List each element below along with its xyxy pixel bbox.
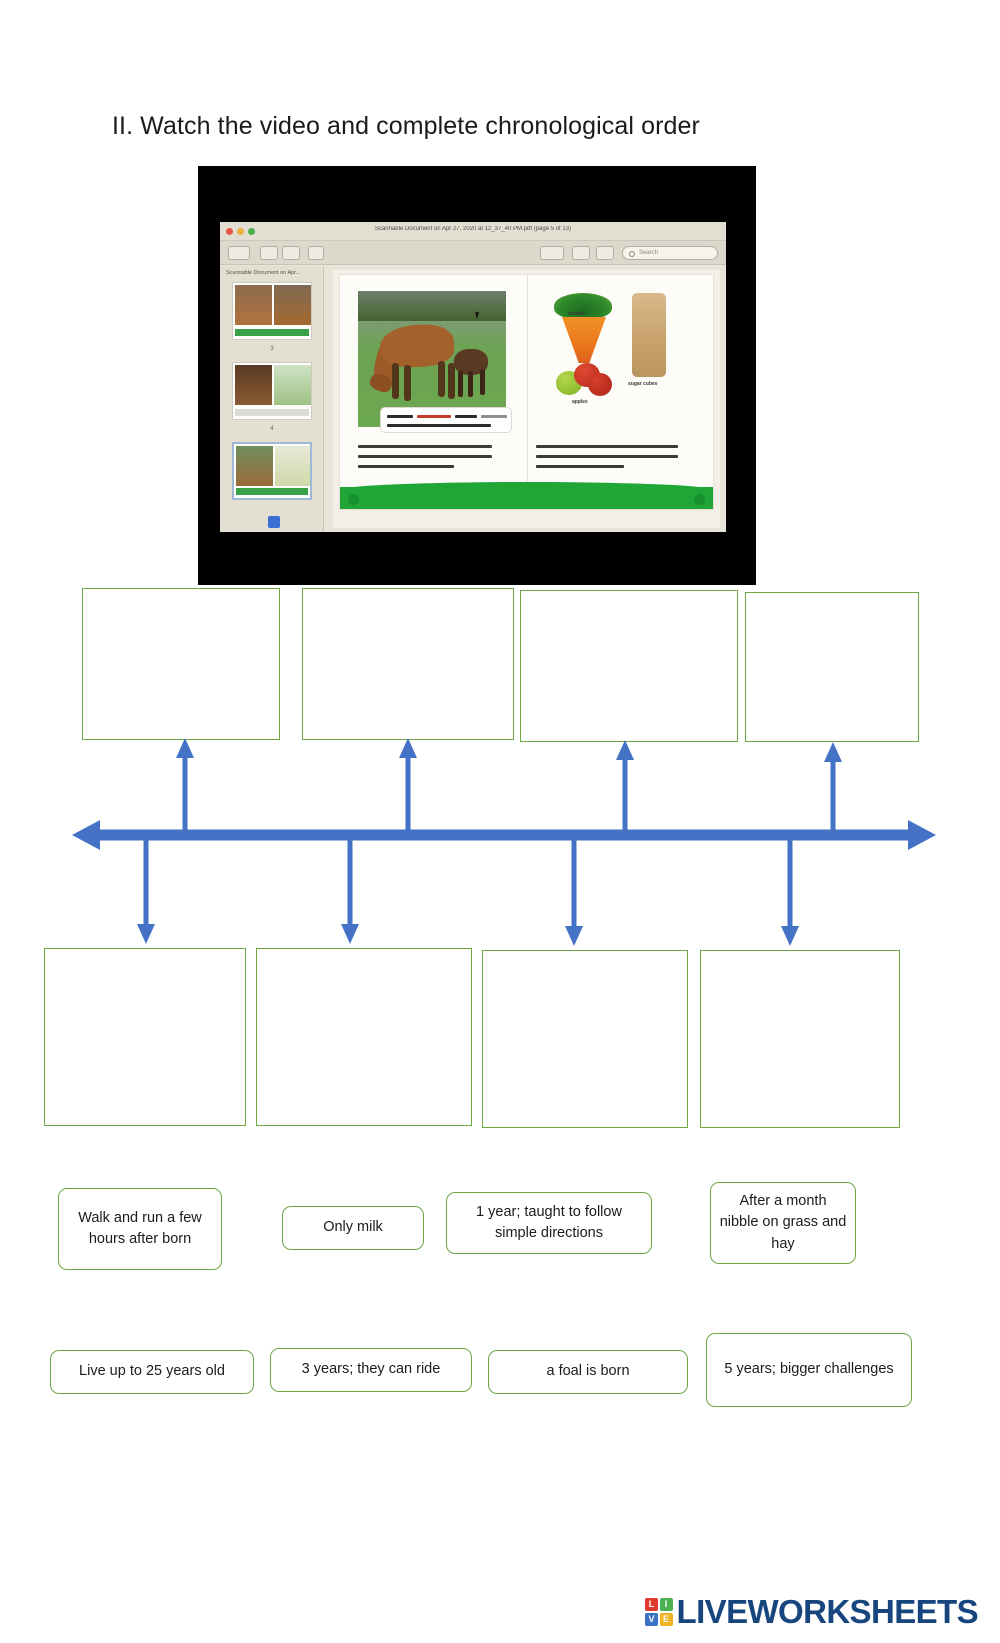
zoom-in-button[interactable] [282,246,300,260]
timeline-up-arrow-1 [176,738,194,835]
apple-red-2 [588,373,612,396]
sidebar-toggle-button[interactable] [228,246,250,260]
liveworksheets-logo[interactable]: L I V E LIVEWORKSHEETS [645,1593,979,1631]
preview-window: Scannable Document on Apr 27, 2020 at 12… [220,222,726,532]
carrots-label: carrots [568,311,585,317]
timeline-up-arrow-2 [399,738,417,835]
option-chip-foal-is-born[interactable]: a foal is born [488,1350,688,1394]
sugar-cubes-image [632,293,666,377]
annotate-button[interactable] [596,246,614,260]
zoom-out-button[interactable] [260,246,278,260]
timeline-up-arrow-3 [616,740,634,835]
page-thumbnail-selected[interactable] [232,442,312,500]
logo-tile-e: E [659,1612,673,1626]
page-thumbnail[interactable] [232,282,312,340]
page-badge [268,516,280,528]
logo-tile-v: V [645,1612,659,1626]
window-titlebar: Scannable Document on Apr 27, 2020 at 12… [220,222,726,241]
book-caption [380,407,512,433]
option-chip-three-years[interactable]: 3 years; they can ride [270,1348,472,1392]
answer-box-bottom-1[interactable] [44,948,246,1126]
thumbnail-sidebar[interactable]: Scannable Document on Apr... 3 4 [220,266,324,532]
page-title: II. Watch the video and complete chronol… [112,112,700,140]
grass-border [340,482,713,509]
logo-tile-l: L [645,1598,659,1612]
logo-wordmark: LIVEWORKSHEETS [676,1593,979,1630]
option-chip-five-years[interactable]: 5 years; bigger challenges [706,1333,912,1407]
logo-tiles: L I V E [645,1598,673,1626]
worksheet-page: II. Watch the video and complete chronol… [0,0,1000,1643]
page-thumbnail[interactable] [232,362,312,420]
logo-tile-i: I [659,1598,673,1612]
timeline-down-arrow-4 [781,835,799,946]
answer-box-top-3[interactable] [520,590,738,742]
answer-box-top-2[interactable] [302,588,514,740]
answer-box-bottom-3[interactable] [482,950,688,1128]
book-spread: carrots apples sugar cubes [339,274,714,510]
timeline-axis-arrow [72,820,936,850]
sidebar-title: Scannable Document on Apr... [226,270,301,276]
timeline-down-arrow-2 [341,835,359,944]
option-chip-walk-and-run[interactable]: Walk and run a few hours after born [58,1188,222,1270]
video-player-thumbnail[interactable]: Scannable Document on Apr 27, 2020 at 12… [198,166,756,585]
answer-box-bottom-4[interactable] [700,950,900,1128]
window-toolbar: Search [220,241,726,265]
markup-button[interactable] [540,246,564,260]
timeline-down-arrow-1 [137,835,155,944]
sugar-cubes-label: sugar cubes [628,381,658,387]
search-input[interactable]: Search [622,246,718,260]
thumbnail-number: 4 [270,426,274,432]
timeline-down-arrow-3 [565,835,583,946]
answer-box-top-4[interactable] [745,592,919,742]
window-title: Scannable Document on Apr 27, 2020 at 12… [374,226,572,232]
option-chip-one-year[interactable]: 1 year; taught to follow simple directio… [446,1192,652,1254]
option-chip-after-a-month[interactable]: After a month nibble on grass and hay [710,1182,856,1264]
share-button[interactable] [308,246,324,260]
option-chip-live-25-years[interactable]: Live up to 25 years old [50,1350,254,1394]
option-chip-only-milk[interactable]: Only milk [282,1206,424,1250]
timeline-up-arrow-4 [824,742,842,835]
apples-label: apples [572,399,588,405]
book-fold [526,275,528,509]
carrots-image [562,317,606,363]
answer-box-bottom-2[interactable] [256,948,472,1126]
thumbnail-number: 3 [270,346,274,352]
answer-box-top-1[interactable] [82,588,280,740]
rotate-button[interactable] [572,246,590,260]
document-page-view[interactable]: carrots apples sugar cubes [333,270,720,528]
